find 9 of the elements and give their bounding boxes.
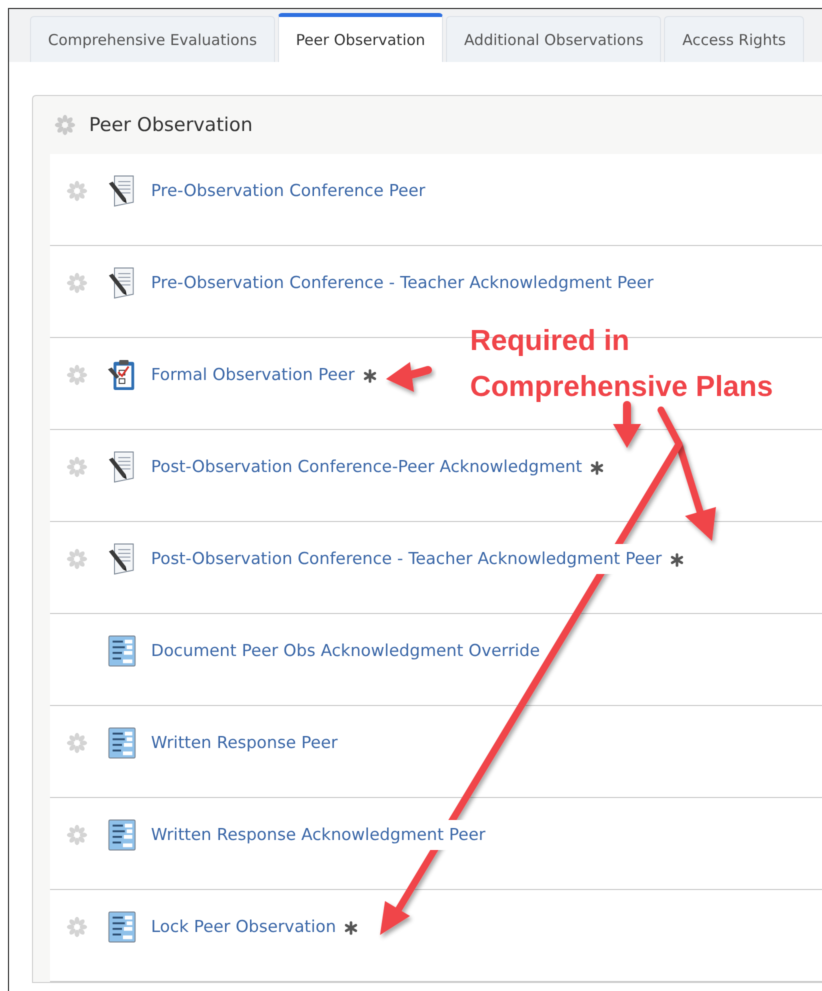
annotation-arrow (386, 362, 432, 392)
tab[interactable]: Comprehensive Evaluations (30, 16, 275, 62)
panel-title: Peer Observation (89, 114, 253, 136)
tab[interactable]: Access Rights (664, 16, 804, 62)
tab[interactable]: Peer Observation (278, 13, 444, 62)
annotation-text: Required in Comprehensive Plans (470, 324, 774, 405)
item-link[interactable]: Written Response Acknowledgment Peer (151, 820, 486, 850)
tab[interactable]: Additional Observations (446, 16, 662, 62)
item-link[interactable]: Post-Observation Conference - Teacher Acknowledgment Peer (151, 544, 662, 574)
